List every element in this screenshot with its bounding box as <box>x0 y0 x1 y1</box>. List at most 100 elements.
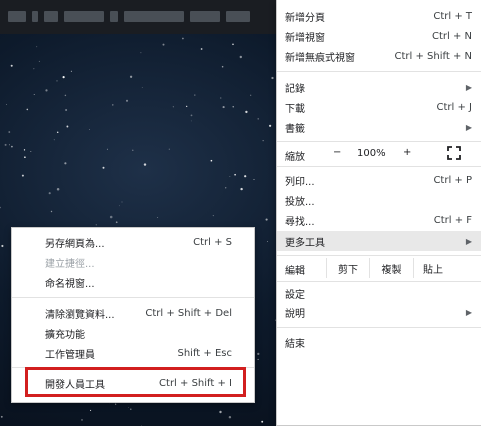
menu-item-find[interactable]: 尋找... Ctrl + F <box>277 211 481 229</box>
star <box>143 163 147 166</box>
menu-item-cast[interactable]: 投放... <box>277 191 481 209</box>
zoom-out-button[interactable]: − <box>333 147 341 158</box>
zoom-in-button[interactable]: + <box>403 147 411 158</box>
shortcut-text: Ctrl + T <box>433 10 472 22</box>
menu-item-extensions[interactable]: 擴充功能 <box>12 324 254 342</box>
star <box>81 419 83 421</box>
star <box>253 179 255 181</box>
shortcut-text: Ctrl + F <box>433 214 472 226</box>
menu-divider <box>277 327 481 328</box>
menu-divider <box>277 255 481 256</box>
menu-item-bookmarks[interactable]: 書籤 ▶ <box>277 118 481 136</box>
menu-item-print[interactable]: 列印... Ctrl + P <box>277 171 481 189</box>
menu-divider <box>277 141 481 142</box>
star <box>194 94 196 96</box>
blurred-tab-titles <box>8 11 250 23</box>
menu-item-more-tools[interactable]: 更多工具 ▶ <box>277 231 481 251</box>
star <box>112 104 114 106</box>
copy-button[interactable]: 複製 <box>369 258 413 278</box>
star <box>250 94 252 96</box>
star <box>232 106 234 108</box>
star <box>125 99 129 102</box>
star <box>4 143 7 146</box>
menu-item-clear-browsing-data[interactable]: 清除瀏覽資料... Ctrl + Shift + Del <box>12 304 254 322</box>
star <box>190 114 193 117</box>
star <box>64 94 67 97</box>
star <box>261 420 264 423</box>
menu-item-save-page[interactable]: 另存網頁為... Ctrl + S <box>12 233 254 251</box>
star <box>245 110 248 114</box>
star <box>168 148 170 150</box>
star <box>109 215 113 219</box>
star <box>26 108 29 111</box>
menu-item-help[interactable]: 說明 ▶ <box>277 303 481 321</box>
star <box>220 97 222 99</box>
star <box>121 201 123 203</box>
star <box>239 55 242 59</box>
menu-item-settings[interactable]: 設定 <box>277 284 481 302</box>
star <box>6 104 7 105</box>
star <box>172 106 174 108</box>
star <box>45 89 48 92</box>
shortcut-text: Ctrl + J <box>436 101 472 113</box>
star <box>30 150 32 153</box>
menu-item-create-shortcut[interactable]: 建立捷徑... <box>12 253 254 271</box>
menu-item-task-manager[interactable]: 工作管理員 Shift + Esc <box>12 344 254 362</box>
menu-item-history[interactable]: 記錄 ▶ <box>277 78 481 96</box>
star <box>115 403 117 405</box>
shortcut-text: Ctrl + Shift + Del <box>145 307 232 319</box>
star <box>48 192 51 195</box>
star <box>200 48 203 50</box>
shortcut-text: Ctrl + P <box>433 174 472 186</box>
star <box>56 131 59 134</box>
star <box>70 70 72 72</box>
fullscreen-icon[interactable] <box>447 146 461 160</box>
menu-item-new-window[interactable]: 新增視窗 Ctrl + N <box>277 27 481 45</box>
star <box>244 175 247 178</box>
zoom-row: 縮放 − 100% + <box>277 144 481 164</box>
star <box>229 176 231 177</box>
chevron-right-icon: ▶ <box>465 82 472 92</box>
star <box>129 75 133 78</box>
paste-button[interactable]: 貼上 <box>413 258 452 278</box>
star <box>115 221 118 224</box>
star <box>53 139 55 141</box>
star <box>240 187 243 191</box>
star <box>232 43 234 46</box>
star <box>62 76 65 79</box>
shortcut-text: Ctrl + S <box>193 236 232 248</box>
menu-item-new-incognito[interactable]: 新增無痕式視窗 Ctrl + Shift + N <box>277 47 481 65</box>
star <box>267 241 269 243</box>
star <box>262 140 264 142</box>
zoom-label: 縮放 <box>285 152 305 163</box>
star <box>50 210 53 213</box>
highlight-box <box>25 367 246 397</box>
menu-item-downloads[interactable]: 下載 Ctrl + J <box>277 98 481 116</box>
star <box>219 410 222 414</box>
star <box>10 64 13 67</box>
zoom-level: 100% <box>357 148 386 159</box>
star <box>21 174 24 177</box>
star <box>140 52 142 54</box>
star <box>268 124 272 127</box>
chrome-main-menu: 新增分頁 Ctrl + T 新增視窗 Ctrl + N 新增無痕式視窗 Ctrl… <box>276 0 481 426</box>
star <box>33 94 35 95</box>
menu-divider <box>277 71 481 72</box>
star <box>257 118 259 120</box>
shortcut-text: Ctrl + N <box>431 30 472 42</box>
star <box>186 105 188 108</box>
menu-item-exit[interactable]: 結束 <box>277 333 481 351</box>
star <box>0 415 3 418</box>
star <box>157 217 159 218</box>
star <box>8 131 11 133</box>
menu-divider <box>277 281 481 282</box>
menu-item-new-tab[interactable]: 新增分頁 Ctrl + T <box>277 7 481 25</box>
star <box>106 148 108 150</box>
edit-label: 編輯 <box>285 266 305 277</box>
cut-button[interactable]: 剪下 <box>326 258 369 278</box>
star <box>0 206 1 209</box>
star <box>66 125 69 128</box>
star <box>8 144 10 146</box>
menu-item-name-window[interactable]: 命名視窗... <box>12 273 254 291</box>
star <box>36 46 38 48</box>
